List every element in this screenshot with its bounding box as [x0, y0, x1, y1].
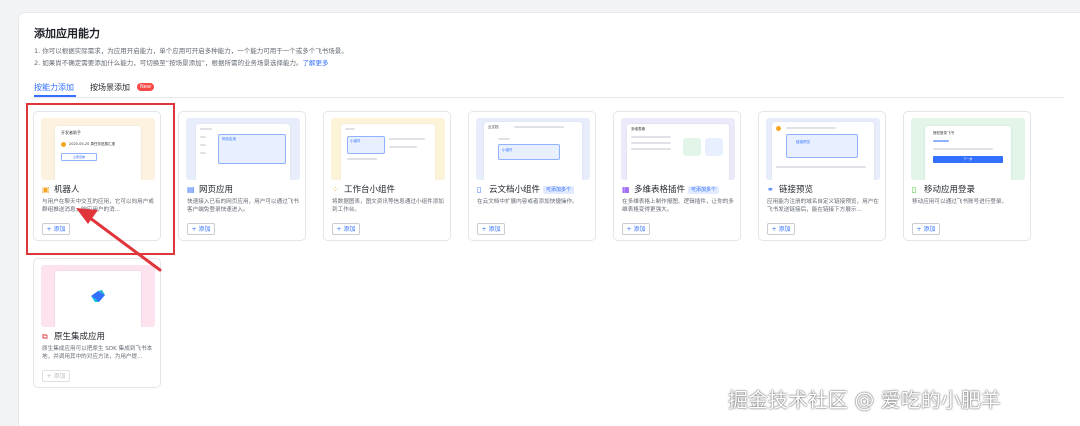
- watermark: 掘金技术社区 @ 爱吃的小肥羊: [728, 388, 1001, 412]
- annotation-arrow: [76, 208, 162, 272]
